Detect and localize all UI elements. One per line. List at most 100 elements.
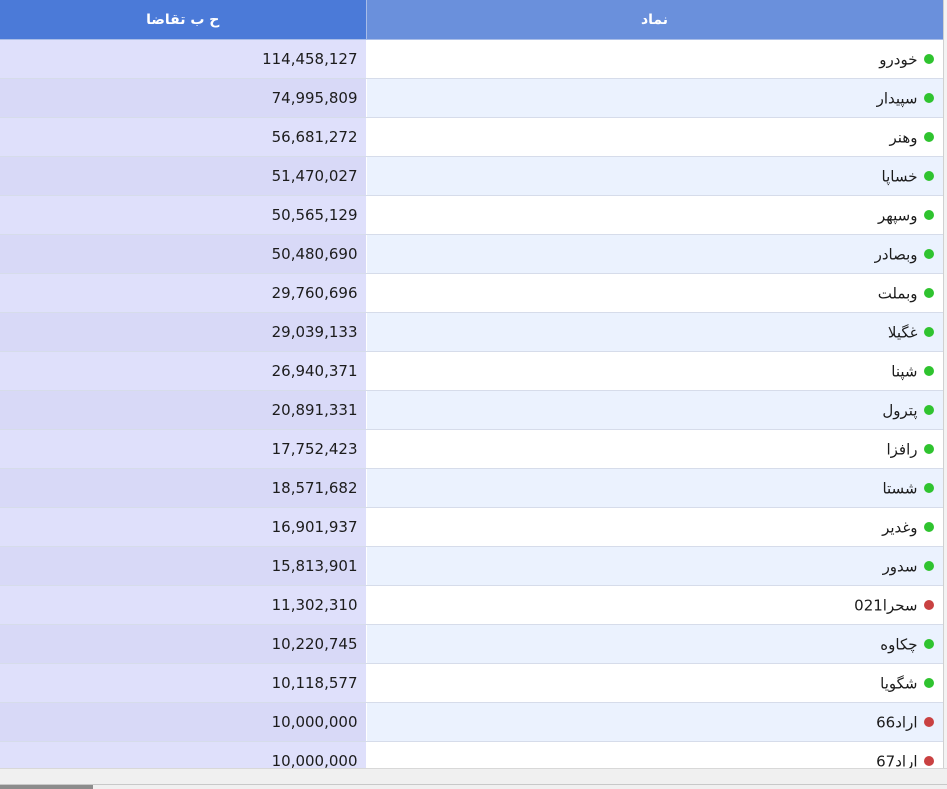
status-dot-green-icon: [923, 405, 934, 416]
demand-cell: 16,901,937: [0, 507, 367, 547]
symbol-label[interactable]: شپنا: [891, 362, 917, 380]
demand-cell: 51,470,027: [0, 156, 367, 196]
symbol-cell[interactable]: اراد67: [366, 741, 944, 768]
symbol-label[interactable]: وبملت: [878, 284, 918, 302]
status-dot-green-icon: [923, 288, 934, 299]
demand-cell: 74,995,809: [0, 78, 367, 118]
status-dot-green-icon: [923, 171, 934, 182]
status-dot-green-icon: [923, 639, 934, 650]
demand-cell: 26,940,371: [0, 351, 367, 391]
status-dot-green-icon: [923, 327, 934, 338]
symbol-cell[interactable]: سدور: [366, 546, 944, 586]
demand-cell: 20,891,331: [0, 390, 367, 430]
symbol-cell[interactable]: سحرا021: [366, 585, 944, 625]
symbol-label[interactable]: سدور: [883, 557, 918, 575]
demand-cell: 10,118,577: [0, 663, 367, 703]
symbol-cell[interactable]: پترول: [366, 390, 944, 430]
symbol-label[interactable]: وسپهر: [878, 206, 918, 224]
symbol-cell[interactable]: چکاوه: [366, 624, 944, 664]
demand-cell: 29,039,133: [0, 312, 367, 352]
symbol-label[interactable]: اراد66: [876, 713, 917, 731]
table-row[interactable]: 18,571,682 شستا: [0, 468, 944, 508]
demand-cell: 17,752,423: [0, 429, 367, 469]
demand-cell: 10,220,745: [0, 624, 367, 664]
status-dot-green-icon: [923, 366, 934, 377]
vertical-scrollbar[interactable]: [943, 0, 947, 768]
table-row[interactable]: 15,813,901 سدور: [0, 546, 944, 586]
symbol-cell[interactable]: وبملت: [366, 273, 944, 313]
symbol-label[interactable]: سحرا021: [854, 596, 917, 614]
demand-cell: 50,565,129: [0, 195, 367, 235]
table-row[interactable]: 10,118,577 شگویا: [0, 663, 944, 703]
symbol-label[interactable]: شستا: [882, 479, 917, 497]
symbol-label[interactable]: رافزا: [886, 440, 917, 458]
status-dot-green-icon: [923, 678, 934, 689]
demand-cell: 29,760,696: [0, 273, 367, 313]
demand-cell: 10,000,000: [0, 741, 367, 768]
symbol-label[interactable]: اراد67: [876, 752, 917, 768]
status-dot-green-icon: [923, 249, 934, 260]
symbol-cell[interactable]: خودرو: [366, 39, 944, 79]
symbol-cell[interactable]: شستا: [366, 468, 944, 508]
symbol-label[interactable]: وغدیر: [882, 518, 917, 536]
status-dot-green-icon: [923, 444, 934, 455]
symbol-cell[interactable]: خساپا: [366, 156, 944, 196]
demand-cell: 56,681,272: [0, 117, 367, 157]
table-row[interactable]: 11,302,310 سحرا021: [0, 585, 944, 625]
table-row[interactable]: 29,760,696 وبملت: [0, 273, 944, 313]
table-row[interactable]: 10,220,745 چکاوه: [0, 624, 944, 664]
table-row[interactable]: 17,752,423 رافزا: [0, 429, 944, 469]
demand-cell: 114,458,127: [0, 39, 367, 79]
table-row[interactable]: 29,039,133 غگیلا: [0, 312, 944, 352]
table-row[interactable]: 10,000,000 اراد66: [0, 702, 944, 742]
table-row[interactable]: 50,480,690 وبصادر: [0, 234, 944, 274]
status-dot-red-icon: [923, 600, 934, 611]
table-row[interactable]: 16,901,937 وغدیر: [0, 507, 944, 547]
status-dot-green-icon: [923, 483, 934, 494]
table-row[interactable]: 74,995,809 سپیدار: [0, 78, 944, 118]
status-dot-green-icon: [923, 210, 934, 221]
symbol-cell[interactable]: شپنا: [366, 351, 944, 391]
symbol-cell[interactable]: وغدیر: [366, 507, 944, 547]
symbol-label[interactable]: خساپا: [882, 167, 918, 185]
symbol-label[interactable]: چکاوه: [880, 635, 917, 653]
table-row[interactable]: 20,891,331 پترول: [0, 390, 944, 430]
symbol-cell[interactable]: سپیدار: [366, 78, 944, 118]
status-dot-red-icon: [923, 756, 934, 767]
table-body: 114,458,127 خودرو 74,995,809 سپیدار 56,681,2…: [0, 39, 944, 768]
symbol-label[interactable]: وهنر: [890, 128, 918, 146]
symbol-label[interactable]: غگیلا: [888, 323, 918, 341]
column-header-symbol[interactable]: نماد: [366, 0, 944, 40]
symbol-cell[interactable]: رافزا: [366, 429, 944, 469]
demand-table: ح ب تقاضا نماد 114,458,127 خودرو 74,995,80…: [0, 0, 944, 768]
symbol-label[interactable]: پترول: [882, 401, 917, 419]
status-dot-green-icon: [923, 561, 934, 572]
symbol-cell[interactable]: غگیلا: [366, 312, 944, 352]
table-row[interactable]: 10,000,000 اراد67: [0, 741, 944, 768]
symbol-cell[interactable]: اراد66: [366, 702, 944, 742]
symbol-label[interactable]: خودرو: [879, 50, 917, 68]
scrollbar-thumb[interactable]: [0, 785, 93, 789]
status-dot-green-icon: [923, 93, 934, 104]
table-row[interactable]: 26,940,371 شپنا: [0, 351, 944, 391]
table-row[interactable]: 51,470,027 خساپا: [0, 156, 944, 196]
column-header-demand[interactable]: ح ب تقاضا: [0, 0, 367, 40]
horizontal-scrollbar[interactable]: [0, 768, 947, 789]
status-dot-green-icon: [923, 132, 934, 143]
symbol-cell[interactable]: وهنر: [366, 117, 944, 157]
table-row[interactable]: 56,681,272 وهنر: [0, 117, 944, 157]
demand-cell: 15,813,901: [0, 546, 367, 586]
symbol-label[interactable]: سپیدار: [877, 89, 918, 107]
demand-cell: 11,302,310: [0, 585, 367, 625]
symbol-cell[interactable]: وبصادر: [366, 234, 944, 274]
symbol-label[interactable]: وبصادر: [875, 245, 918, 263]
scrollbar-track: [0, 784, 947, 785]
demand-cell: 18,571,682: [0, 468, 367, 508]
table-row[interactable]: 114,458,127 خودرو: [0, 39, 944, 79]
demand-cell: 10,000,000: [0, 702, 367, 742]
symbol-cell[interactable]: شگویا: [366, 663, 944, 703]
status-dot-green-icon: [923, 522, 934, 533]
symbol-cell[interactable]: وسپهر: [366, 195, 944, 235]
table-row[interactable]: 50,565,129 وسپهر: [0, 195, 944, 235]
symbol-label[interactable]: شگویا: [880, 674, 917, 692]
